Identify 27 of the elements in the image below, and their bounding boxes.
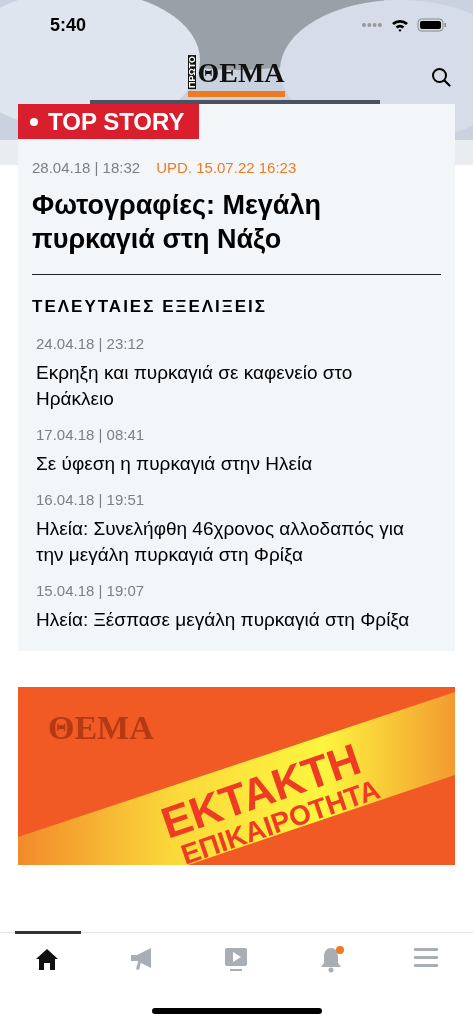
wifi-icon bbox=[391, 18, 409, 32]
notification-dot bbox=[336, 946, 345, 954]
update-date: 24.04.18 | 23:12 bbox=[36, 335, 146, 352]
update-date: 15.04.18 | 19:07 bbox=[36, 582, 146, 599]
status-time: 5:40 bbox=[50, 14, 87, 36]
logo-subtitle: ΠΡΩΤΟ bbox=[188, 55, 197, 90]
home-icon bbox=[35, 947, 60, 971]
video-icon bbox=[224, 947, 249, 973]
badge-label: TOP STORY bbox=[48, 107, 185, 136]
update-date: 16.04.18 | 19:51 bbox=[36, 491, 146, 508]
story-date: 28.04.18 | 18:32 bbox=[32, 159, 141, 176]
battery-icon bbox=[417, 18, 447, 32]
bell-icon bbox=[320, 947, 343, 973]
updated-date: UPD. 15.07.22 16:23 bbox=[156, 159, 297, 176]
menu-icon bbox=[413, 947, 438, 967]
bullet-icon bbox=[30, 117, 38, 126]
update-date: 17.04.18 | 08:41 bbox=[36, 426, 146, 443]
update-title[interactable]: Σε ύφεση η πυρκαγιά στην Ηλεία bbox=[36, 451, 416, 477]
update-title[interactable]: Εκρηξη και πυρκαγιά σε καφενείο στο Ηράκλειο bbox=[36, 360, 416, 412]
update-title[interactable]: Ηλεία: Συνελήφθη 46χρονος αλλοδαπός για την μεγάλη πυρκαγιά στη Φρίξα bbox=[36, 516, 416, 568]
signal-icon bbox=[361, 22, 383, 28]
section-heading: ΤΕΛΕΥΤΑΙΕΣ ΕΞΕΛΙΞΕΙΣ bbox=[32, 297, 268, 317]
logo-text: ΘΕΜΑ bbox=[197, 58, 285, 87]
story-title: Φωτογραφίες: Μεγάλη πυρκαγιά στη Νάξο bbox=[32, 188, 441, 275]
search-icon[interactable] bbox=[431, 67, 451, 87]
story-card[interactable] bbox=[18, 104, 455, 651]
update-title[interactable]: Ηλεία: Ξέσπασε μεγάλη πυρκαγιά στη Φρίξα bbox=[36, 607, 416, 633]
